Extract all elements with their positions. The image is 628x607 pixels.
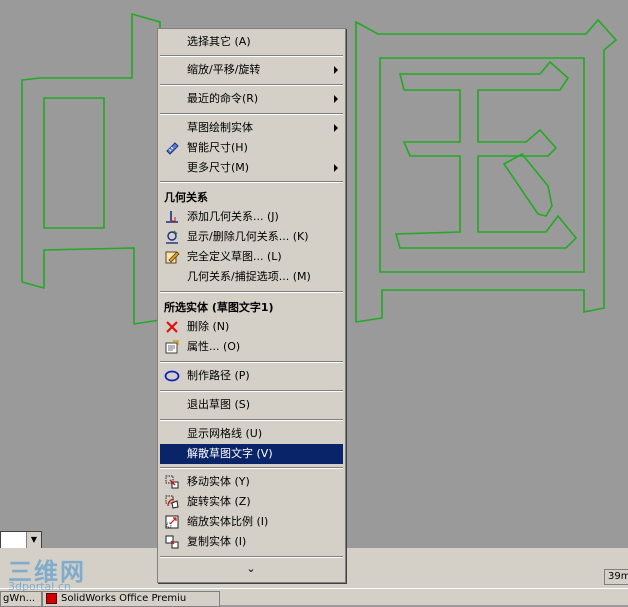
menu-separator	[160, 467, 343, 469]
section-header-selected-entity: 所选实体 (草图文字1)	[164, 301, 274, 314]
section-header-relations: 几何关系	[164, 191, 208, 204]
properties-icon	[165, 340, 179, 354]
menu-separator	[160, 55, 343, 57]
menu-item-delete[interactable]: 删除 (N)	[160, 317, 343, 337]
menu-item-label: 制作路径 (P)	[187, 369, 250, 382]
watermark-subtitle: 3dportal.cn	[8, 580, 71, 593]
menu-item-label: 完全定义草图... (L)	[187, 250, 282, 263]
menu-item-zoom-pan-rotate[interactable]: 缩放/平移/旋转	[160, 60, 343, 80]
menu-item-add-relation[interactable]: 添加几何关系... (J)	[160, 207, 343, 227]
sketch-char-guo-outer	[355, 18, 618, 323]
sketch-char-zhong-outer	[21, 12, 161, 325]
menu-item-move-entities[interactable]: 移动实体 (Y)	[160, 472, 343, 492]
menu-item-label: 复制实体 (I)	[187, 535, 247, 548]
menu-item-label: 缩放/平移/旋转	[187, 63, 261, 76]
sketch-char-yu	[394, 60, 578, 249]
menu-item-label: 删除 (N)	[187, 320, 230, 333]
menu-item-copy-entities[interactable]: 复制实体 (I)	[160, 532, 343, 552]
menu-item-select-other[interactable]: 选择其它 (A)	[160, 32, 343, 52]
submenu-arrow-icon	[334, 164, 338, 172]
submenu-arrow-icon	[334, 95, 338, 103]
taskbar-button-label: SolidWorks Office Premiu	[61, 593, 187, 604]
menu-separator	[160, 84, 343, 86]
menu-separator	[160, 390, 343, 392]
expand-menu-chevron-icon[interactable]: ⌄	[244, 563, 258, 575]
sketch-char-yu-dot	[502, 152, 553, 217]
taskbar-button-solidworks[interactable]: SolidWorks Office Premiu	[42, 591, 220, 607]
menu-item-show-grid[interactable]: 显示网格线 (U)	[160, 424, 343, 444]
menu-separator	[160, 556, 343, 558]
status-field: 39m	[604, 569, 628, 585]
move-entities-icon	[165, 475, 179, 489]
menu-item-smart-dimension[interactable]: 智能尺寸(H)	[160, 138, 343, 158]
add-relation-icon	[166, 211, 178, 223]
menu-item-label: 旋转实体 (Z)	[187, 495, 251, 508]
menu-item-relations-snap-options[interactable]: 几何关系/捕捉选项... (M)	[160, 267, 343, 287]
menu-item-exit-sketch[interactable]: 退出草图 (S)	[160, 395, 343, 415]
context-menu: 选择其它 (A) 缩放/平移/旋转 最近的命令(R) 草图绘制实体 智能尺寸(H…	[157, 28, 346, 583]
smart-dimension-icon	[166, 142, 179, 155]
menu-item-label: 最近的命令(R)	[187, 92, 259, 105]
scale-entities-icon	[165, 515, 179, 529]
menu-item-make-path[interactable]: 制作路径 (P)	[160, 366, 343, 386]
menu-item-more-dimensions[interactable]: 更多尺寸(M)	[160, 158, 343, 178]
menu-item-label: 智能尺寸(H)	[187, 141, 248, 154]
menu-separator	[160, 181, 343, 183]
fully-define-sketch-icon	[165, 251, 180, 264]
menu-separator	[160, 361, 343, 363]
config-combo-box[interactable]: ▼	[0, 531, 42, 549]
menu-item-fully-define-sketch[interactable]: 完全定义草图... (L)	[160, 247, 343, 267]
menu-separator	[160, 419, 343, 421]
menu-item-display-delete-relations[interactable]: 显示/删除几何关系... (K)	[160, 227, 343, 247]
menu-item-label: 选择其它 (A)	[187, 35, 251, 48]
menu-item-label: 草图绘制实体	[187, 121, 253, 134]
menu-item-dissolve-sketch-text[interactable]: 解散草图文字 (V)	[160, 444, 343, 464]
menu-item-label: 显示/删除几何关系... (K)	[187, 230, 309, 243]
menu-item-label: 属性... (O)	[187, 340, 241, 353]
taskbar-button-task1[interactable]: gWn...	[0, 591, 42, 607]
menu-item-label: 解散草图文字 (V)	[187, 447, 273, 460]
display-delete-relations-icon	[166, 230, 178, 244]
menu-item-recent-commands[interactable]: 最近的命令(R)	[160, 89, 343, 109]
solidworks-icon	[46, 593, 57, 604]
menu-separator	[160, 291, 343, 293]
menu-item-label: 更多尺寸(M)	[187, 161, 250, 174]
rotate-entities-icon	[165, 495, 179, 509]
watermark: 三维网 3dportal.cn	[2, 552, 102, 593]
submenu-arrow-icon	[334, 124, 338, 132]
menu-item-rotate-entities[interactable]: 旋转实体 (Z)	[160, 492, 343, 512]
menu-item-scale-entities[interactable]: 缩放实体比例 (I)	[160, 512, 343, 532]
menu-item-label: 显示网格线 (U)	[187, 427, 263, 440]
menu-item-label: 移动实体 (Y)	[187, 475, 250, 488]
menu-item-label: 添加几何关系... (J)	[187, 210, 279, 223]
menu-item-label: 退出草图 (S)	[187, 398, 251, 411]
menu-item-label: 几何关系/捕捉选项... (M)	[187, 270, 311, 283]
make-path-icon	[164, 370, 180, 382]
submenu-arrow-icon	[334, 66, 338, 74]
menu-item-properties[interactable]: 属性... (O)	[160, 337, 343, 357]
copy-entities-icon	[165, 535, 179, 549]
sketch-char-zhong-inner-left	[43, 97, 105, 229]
menu-item-label: 缩放实体比例 (I)	[187, 515, 269, 528]
chevron-down-icon[interactable]: ▼	[26, 532, 41, 548]
menu-separator	[160, 113, 343, 115]
delete-icon	[166, 321, 178, 333]
menu-item-sketch-entities[interactable]: 草图绘制实体	[160, 118, 343, 138]
